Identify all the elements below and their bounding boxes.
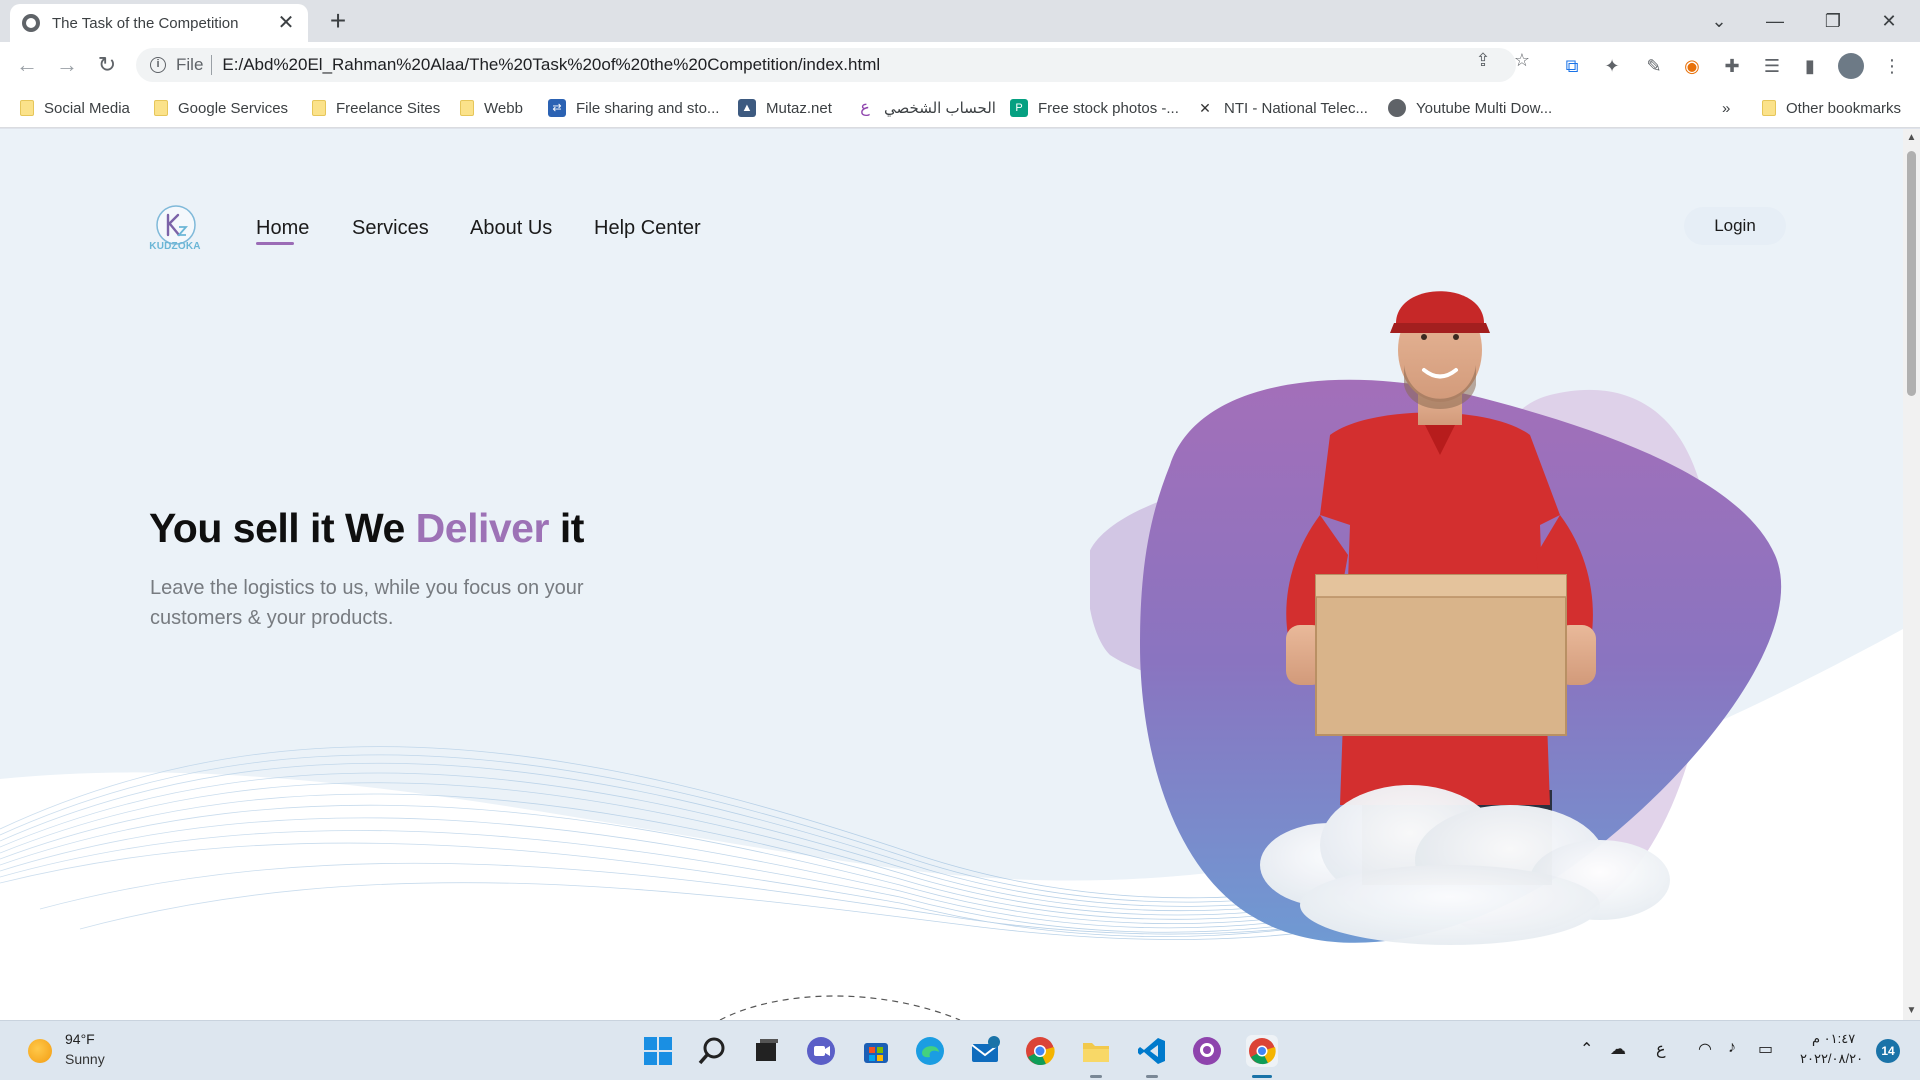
page-scrollbar[interactable]: ▲ ▼ bbox=[1903, 129, 1920, 1020]
meet-icon[interactable] bbox=[805, 1035, 837, 1067]
pexels-icon: P bbox=[1010, 99, 1028, 117]
folder-icon bbox=[154, 100, 168, 116]
volume-icon[interactable]: ♪ bbox=[1728, 1039, 1736, 1057]
mutaz-icon: ▲ bbox=[738, 99, 756, 117]
bookmark-folder[interactable]: Freelance Sites bbox=[312, 96, 440, 120]
adblock-extension-icon[interactable]: ◉ bbox=[1680, 54, 1704, 78]
chrome-active-icon[interactable] bbox=[1246, 1035, 1278, 1067]
info-icon[interactable]: i bbox=[150, 57, 166, 73]
bookmark-link[interactable]: ⇄ File sharing and sto... bbox=[548, 96, 719, 120]
nav-help-center[interactable]: Help Center bbox=[594, 217, 701, 240]
hero-title: You sell it We Deliver it bbox=[149, 505, 584, 551]
tab-strip: The Task of the Competition ✕ + ⌄ — ❐ ✕ bbox=[0, 0, 1920, 42]
url-separator bbox=[211, 55, 213, 75]
weather-temperature[interactable]: 94°F bbox=[65, 1031, 95, 1047]
folder-icon bbox=[312, 100, 326, 116]
bookmark-star-icon[interactable]: ☆ bbox=[1512, 50, 1532, 70]
logo-text: KUDZOKA bbox=[149, 241, 201, 252]
share-icon[interactable]: ⇪ bbox=[1473, 50, 1493, 70]
tab-search-icon[interactable]: ⌄ bbox=[1696, 6, 1742, 36]
bookmark-link[interactable]: ✕ NTI - National Telec... bbox=[1196, 96, 1368, 120]
bookmark-link[interactable]: P Free stock photos -... bbox=[1010, 96, 1179, 120]
forward-button[interactable]: → bbox=[52, 50, 82, 80]
browser-tab[interactable]: The Task of the Competition ✕ bbox=[10, 4, 308, 42]
wifi-icon[interactable]: ◠ bbox=[1698, 1039, 1712, 1059]
translate-extension-icon[interactable]: ⧉ bbox=[1560, 54, 1584, 78]
bookmark-folder[interactable]: Webb bbox=[460, 96, 523, 120]
cursor-extension-icon[interactable]: ✦ bbox=[1600, 54, 1624, 78]
bookmarks-overflow-button[interactable]: » bbox=[1722, 96, 1730, 120]
side-panel-icon[interactable]: ▮ bbox=[1798, 54, 1822, 78]
url-scheme: File bbox=[176, 55, 204, 74]
file-explorer-indicator bbox=[1090, 1075, 1102, 1078]
browser-menu-icon[interactable]: ⋮ bbox=[1880, 54, 1904, 78]
clock-date[interactable]: ٢٠٢٢/٠٨/٢٠ bbox=[1800, 1051, 1863, 1067]
bookmark-folder[interactable]: Social Media bbox=[20, 96, 130, 120]
windows-taskbar: 94°F Sunny ⌃ ☁ ع ◠ ♪ ▭ ٠١:٤٧ م ٢٠٢٢/٠٨/٢… bbox=[0, 1020, 1920, 1080]
onedrive-cloud-icon[interactable]: ☁ bbox=[1610, 1039, 1626, 1059]
tab-close-icon[interactable]: ✕ bbox=[276, 13, 296, 33]
personal-account-icon: ﻉ bbox=[860, 99, 870, 116]
hero-subtitle: Leave the logistics to us, while you foc… bbox=[150, 577, 584, 629]
globe-icon bbox=[22, 14, 40, 32]
profile-avatar[interactable] bbox=[1838, 53, 1864, 79]
hero-title-accent: Deliver bbox=[415, 505, 550, 551]
address-bar[interactable]: i File E:/Abd%20El_Rahman%20Alaa/The%20T… bbox=[136, 48, 1516, 82]
folder-icon bbox=[20, 100, 34, 116]
vscode-indicator bbox=[1146, 1075, 1158, 1078]
folder-icon bbox=[460, 100, 474, 116]
nav-about-us[interactable]: About Us bbox=[470, 217, 552, 240]
scroll-down-icon[interactable]: ▼ bbox=[1903, 1004, 1920, 1018]
weather-description[interactable]: Sunny bbox=[65, 1051, 105, 1067]
notification-badge[interactable]: 14 bbox=[1876, 1039, 1900, 1063]
hero-illustration bbox=[1090, 291, 1782, 945]
dropper-extension-icon[interactable]: ✎ bbox=[1642, 54, 1666, 78]
scrollbar-thumb[interactable] bbox=[1907, 151, 1916, 396]
vscode-icon[interactable] bbox=[1136, 1035, 1168, 1067]
reading-list-icon[interactable]: ☰ bbox=[1760, 54, 1784, 78]
mail-icon[interactable] bbox=[969, 1035, 1001, 1067]
chrome-active-indicator bbox=[1252, 1075, 1272, 1078]
bookmark-link[interactable]: ﻉ الحساب الشخصي bbox=[856, 96, 996, 120]
store-icon[interactable] bbox=[860, 1035, 892, 1067]
reload-button[interactable]: ↻ bbox=[92, 50, 122, 80]
minimize-button[interactable]: — bbox=[1752, 6, 1798, 36]
file-sharing-icon: ⇄ bbox=[548, 99, 566, 117]
chrome-icon[interactable] bbox=[1024, 1035, 1056, 1067]
nav-services[interactable]: Services bbox=[352, 217, 429, 240]
nti-icon: ✕ bbox=[1199, 100, 1211, 116]
sunny-weather-icon[interactable] bbox=[28, 1039, 52, 1063]
bookmark-folder[interactable]: Google Services bbox=[154, 96, 288, 120]
url-text[interactable]: E:/Abd%20El_Rahman%20Alaa/The%20Task%20o… bbox=[222, 55, 880, 75]
restore-button[interactable]: ❐ bbox=[1810, 6, 1856, 36]
scroll-up-icon[interactable]: ▲ bbox=[1903, 131, 1920, 145]
battery-icon[interactable]: ▭ bbox=[1758, 1039, 1773, 1059]
search-icon[interactable] bbox=[696, 1035, 728, 1067]
file-explorer-icon[interactable] bbox=[1080, 1035, 1112, 1067]
extensions-puzzle-icon[interactable]: ✚ bbox=[1720, 54, 1744, 78]
nav-home[interactable]: Home bbox=[256, 217, 309, 240]
input-language[interactable]: ع bbox=[1656, 1039, 1666, 1059]
browser-toolbar: ← → ↻ i File E:/Abd%20El_Rahman%20Alaa/T… bbox=[0, 42, 1920, 88]
other-bookmarks-folder[interactable]: Other bookmarks bbox=[1762, 96, 1901, 120]
bookmarks-bar: Social Media Google Services Freelance S… bbox=[0, 88, 1920, 128]
clock-time[interactable]: ٠١:٤٧ م bbox=[1812, 1031, 1855, 1047]
windows-start-icon[interactable] bbox=[642, 1035, 674, 1067]
close-window-button[interactable]: ✕ bbox=[1866, 6, 1912, 36]
nav-active-indicator bbox=[256, 242, 294, 245]
edge-icon[interactable] bbox=[914, 1035, 946, 1067]
tray-overflow-chevron-icon[interactable]: ⌃ bbox=[1580, 1039, 1593, 1059]
bookmark-link[interactable]: Youtube Multi Dow... bbox=[1388, 96, 1552, 120]
folder-icon bbox=[1762, 100, 1776, 116]
bookmark-link[interactable]: ▲ Mutaz.net bbox=[738, 96, 832, 120]
page-viewport: KUDZOKA Home Services About Us Help Cent… bbox=[0, 129, 1903, 1020]
task-view-icon[interactable] bbox=[750, 1035, 782, 1067]
back-button[interactable]: ← bbox=[12, 50, 42, 80]
github-icon[interactable] bbox=[1191, 1035, 1223, 1067]
globe-icon bbox=[1388, 99, 1406, 117]
new-tab-button[interactable]: + bbox=[324, 7, 352, 36]
tab-title: The Task of the Competition bbox=[52, 14, 239, 32]
